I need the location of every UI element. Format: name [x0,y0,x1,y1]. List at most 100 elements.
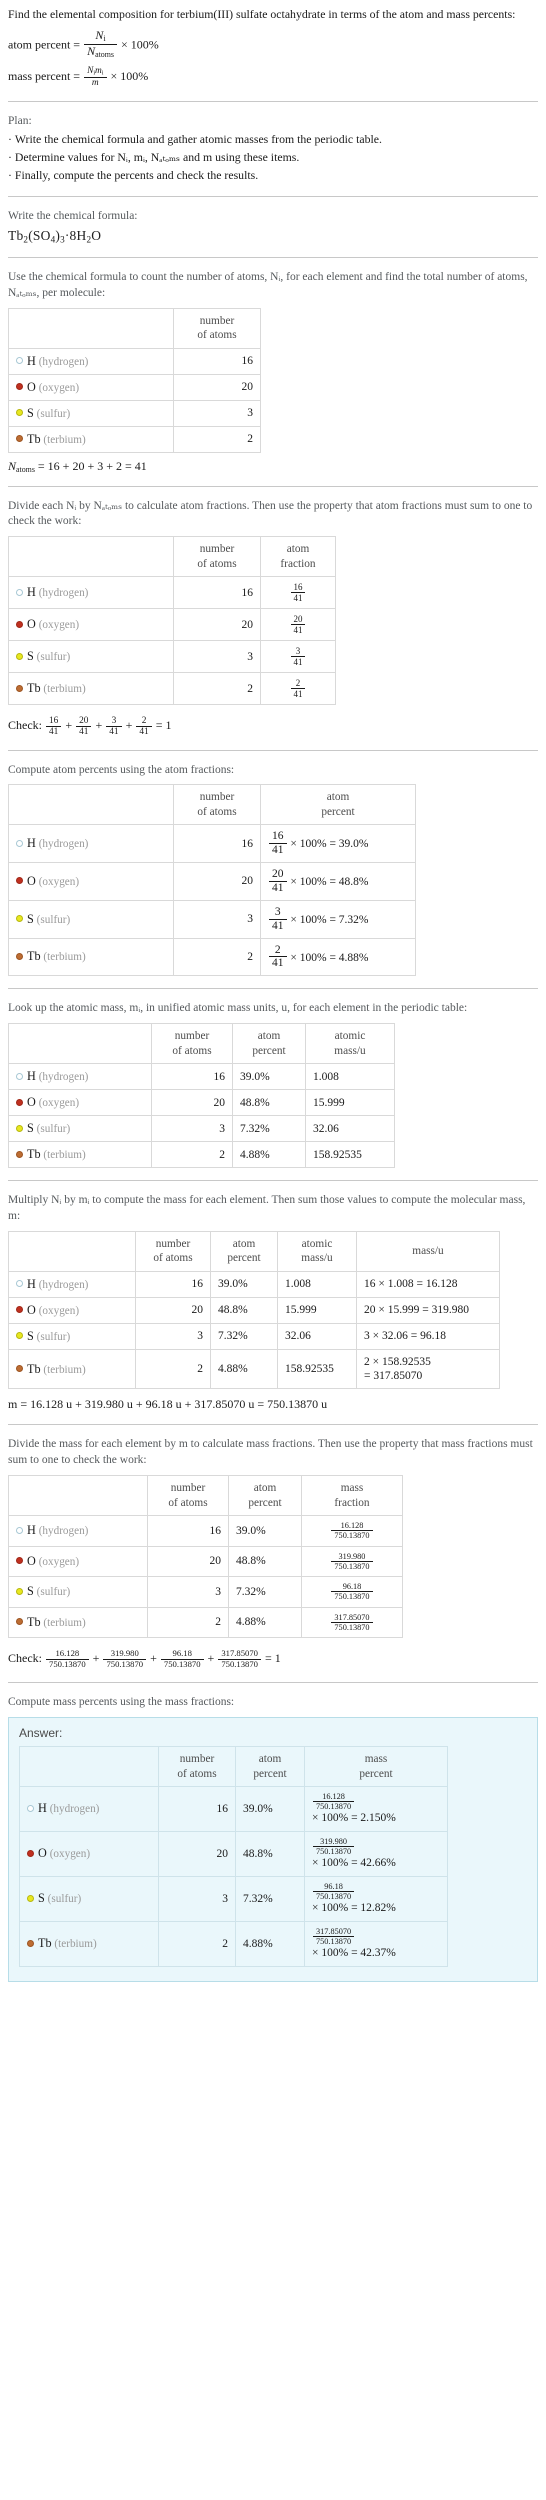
mass-percent-definition: mass percent = Nimi m × 100% [8,65,538,88]
atom-fraction-table: number of atoms atom fraction H (hydrogen)… [8,536,336,706]
element-dot-h-icon [16,357,23,365]
element-cell-o: O (oxygen) [8,1296,136,1324]
atoms-tb: 2 [173,937,261,977]
divider [8,1424,538,1426]
mass-percent-calc-h: 16.128 750.13870 × 100% = 2.150% [304,1785,448,1832]
atom-percent-s: 7.32% [228,1576,302,1608]
col-element [8,1023,152,1065]
table-header-row: number of atoms atom percent mass percent [19,1746,448,1787]
atomic-mass-prompt: Look up the atomic mass, mᵢ, in unified … [8,1002,468,1015]
col-atom-fraction: atom fraction [260,536,336,578]
table-row: S (sulfur) 3 7.32% 96.18 750.13870 [8,1576,403,1608]
atom-percent-o: 48.8% [210,1296,278,1324]
atom-percent-tb: 4.88% [235,1920,305,1967]
atoms-tb: 2 [173,425,261,453]
atom-percent-o: 48.8% [235,1830,305,1877]
atom-fraction-section: Divide each Nᵢ by Nₐₜₒₘₛ to calculate at… [8,499,538,738]
mass-percent-prompt: Compute mass percents using the mass fra… [8,1696,235,1709]
element-dot-h-icon [16,1526,23,1534]
table-row: O (oxygen) 20 48.8% 319.980 750.13870 [8,1545,403,1578]
element-dot-o-icon [16,1098,23,1106]
mass-calc-section: Multiply Nᵢ by mᵢ to compute the mass fo… [8,1193,538,1412]
atom-fraction-o: 20 41 [260,608,336,642]
element-dot-tb-icon [16,1150,23,1158]
table-row: O (oxygen) 20 48.8% 15.999 [8,1089,395,1117]
atom-percent-calc-h: 16 41 × 100% = 39.0% [260,824,416,864]
col-element [8,784,174,826]
atom-fraction-s: 3 41 [260,640,336,674]
atoms-s: 3 [173,640,261,674]
element-cell-h: H (hydrogen) [8,347,174,375]
atom-fraction-check: Check: 16 41 + 20 41 + 3 41 + 2 41 = 1 [8,715,172,738]
table-row: Tb (terbium) 2 4.88% 158.92535 2 × 158.9… [8,1348,500,1390]
col-number-of-atoms: number of atoms [158,1746,236,1787]
element-cell-tb: Tb (terbium) [8,937,174,977]
element-dot-o-icon [16,1306,23,1314]
mass-fraction-tb: 317.85070 750.13870 [301,1606,403,1639]
element-cell-o: O (oxygen) [8,1089,152,1117]
divider [8,1682,538,1684]
atom-percent-h: 39.0% [235,1785,305,1832]
mass-percent-denominator: m [91,78,99,89]
atoms-o: 20 [158,1830,236,1877]
element-cell-tb: Tb (terbium) [8,1348,136,1390]
plan-item: Determine values for Nᵢ, mᵢ, Nₐₜₒₘₛ and … [8,149,538,167]
divider [8,749,538,751]
col-element [19,1746,159,1787]
element-dot-o-icon [16,383,23,391]
atoms-tb: 2 [173,672,261,706]
atom-count-section: Use the chemical formula to count the nu… [8,270,538,474]
element-cell-s: S (sulfur) [8,1576,148,1608]
atoms-tb: 2 [147,1606,229,1639]
atoms-h: 16 [173,576,261,610]
atoms-o: 20 [173,862,261,901]
table-row: S (sulfur) 3 3 41 [8,640,336,674]
col-number-of-atoms: number of atoms [173,307,261,349]
solution-page: Find the elemental composition for terbi… [0,0,546,1990]
col-element [8,1475,148,1517]
col-element [8,1230,136,1272]
table-row: S (sulfur) 3 7.32% 32.06 [8,1115,395,1143]
element-dot-h-icon [27,1804,34,1812]
table-header-row: number of atoms atom fraction [8,536,336,578]
element-cell-s: S (sulfur) [19,1875,159,1922]
atom-count-prompt: Use the chemical formula to count the nu… [8,270,528,299]
atomic-mass-table: number of atoms atom percent atomic mass/u … [8,1023,395,1169]
atom-percent-tb: 4.88% [232,1141,306,1169]
atoms-s: 3 [135,1322,211,1350]
table-row: H (hydrogen) 16 39.0% 1.008 [8,1063,395,1091]
atom-percent-h: 39.0% [210,1270,278,1298]
col-atomic-mass: atomic mass/u [277,1230,357,1272]
col-number-of-atoms: number of atoms [151,1023,233,1065]
divider [8,100,538,102]
element-cell-tb: Tb (terbium) [8,1141,152,1169]
atoms-tb: 2 [158,1920,236,1967]
table-row: Tb (terbium) 2 2 41 [8,672,336,706]
mass-percent-section: Compute mass percents using the mass fra… [8,1695,538,1982]
element-cell-h: H (hydrogen) [8,1270,136,1298]
atomic-mass-h: 1.008 [277,1270,357,1298]
atomic-mass-o: 15.999 [277,1296,357,1324]
table-row: Tb (terbium) 2 2 41 × 100% = 4.88% [8,937,416,977]
col-atom-percent: atom percent [210,1230,278,1272]
table-row: H (hydrogen) 16 39.0% 16.128 750.13870 × … [19,1785,448,1832]
col-number-of-atoms: number of atoms [135,1230,211,1272]
mass-fraction-o: 319.980 750.13870 [301,1545,403,1578]
atomic-mass-o: 15.999 [305,1089,395,1117]
answer-box: Answer: number of atoms atom percent mass p… [8,1717,538,1982]
plan-title: Plan: [8,114,32,127]
atoms-o: 20 [151,1089,233,1117]
mass-calc-h: 16 × 1.008 = 16.128 [356,1270,500,1298]
element-dot-tb-icon [16,952,23,960]
element-dot-tb-icon [27,1939,34,1947]
atom-count-table: number of atoms H (hydrogen) 16 O (oxygen… [8,307,261,453]
table-row: S (sulfur) 3 7.32% 32.06 3 × 32.06 = 96.… [8,1322,500,1350]
atom-percent-label: atom percent = [8,37,81,52]
atom-percent-tb: 4.88% [210,1348,278,1390]
element-cell-h: H (hydrogen) [8,824,174,864]
atom-percent-h: 39.0% [232,1063,306,1091]
element-cell-s: S (sulfur) [8,899,174,939]
mass-fraction-h: 16.128 750.13870 [301,1515,403,1547]
element-dot-s-icon [16,915,23,923]
atoms-s: 3 [173,399,261,427]
